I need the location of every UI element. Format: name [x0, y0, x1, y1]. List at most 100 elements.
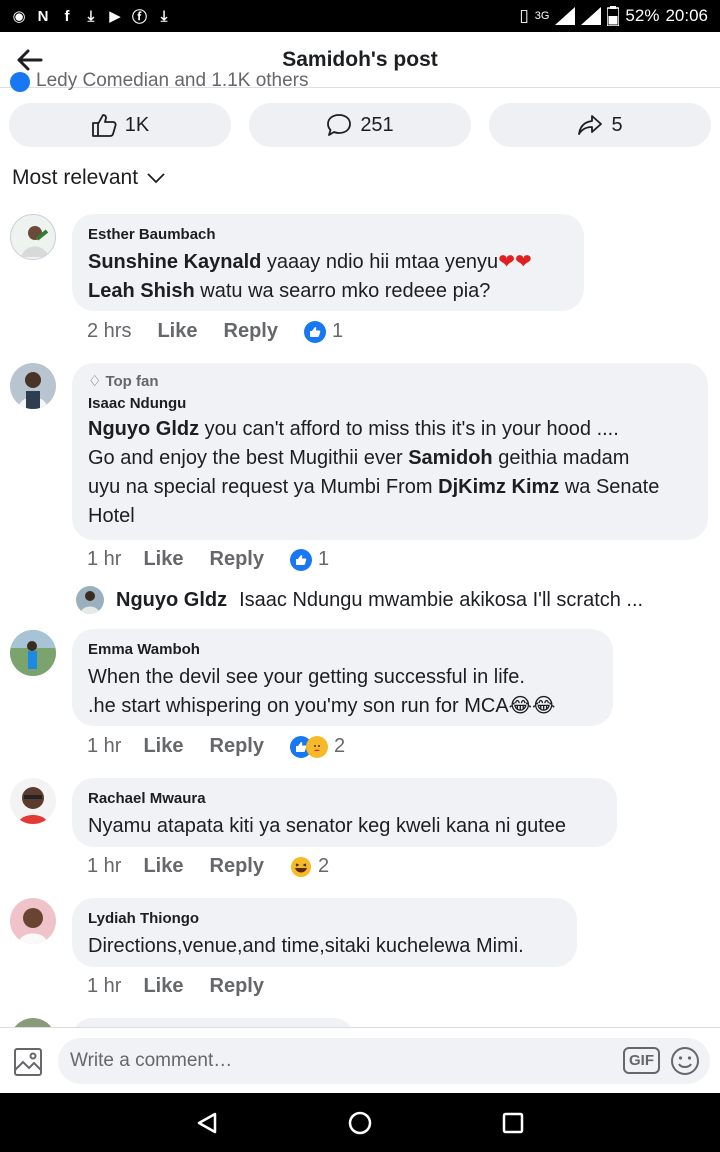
mention[interactable]: Samidoh	[408, 447, 492, 469]
avatar-image	[10, 778, 56, 824]
reply-author[interactable]: Nguyo Gldz	[116, 589, 227, 612]
comment-bubble[interactable]: Emma Wamboh When the devil see your gett…	[72, 629, 613, 726]
signal-icon	[555, 7, 576, 25]
filter-label: Most relevant	[12, 166, 139, 189]
reaction-count[interactable]: 2	[289, 735, 345, 758]
app-notification-icon: ◉	[12, 8, 26, 25]
like-count: 1K	[124, 113, 150, 136]
like-reaction-icon	[289, 548, 312, 571]
comment-icon	[327, 114, 352, 136]
screen: ◉ N f ⤓ ▶ ⓕ ⤓ ▯ 3G 52% 20:06 Samidoh's p…	[0, 0, 720, 1152]
comment-composer: Write a comment… GIF	[0, 1027, 720, 1093]
comment-author[interactable]: Emma Wamboh	[88, 641, 597, 659]
avatar-image	[10, 363, 56, 409]
page-title: Samidoh's post	[282, 47, 438, 71]
comment-author[interactable]: Isaac Ndungu	[88, 395, 692, 413]
gif-button[interactable]: GIF	[623, 1047, 660, 1074]
comment-like-button[interactable]: Like	[143, 975, 183, 998]
photo-icon	[14, 1048, 42, 1076]
comment-input[interactable]: Write a comment… GIF	[58, 1038, 710, 1084]
comment-filter-dropdown[interactable]: Most relevant	[12, 166, 166, 190]
avatar[interactable]	[10, 898, 56, 944]
comment-reply-button[interactable]: Reply	[210, 975, 264, 998]
reply-text: Isaac Ndungu mwambie akikosa I'll scratc…	[239, 588, 644, 611]
avatar[interactable]	[10, 214, 56, 260]
like-button[interactable]: 1K	[9, 103, 231, 147]
care-reaction-icon	[305, 735, 328, 758]
like-reaction-icon	[10, 72, 30, 92]
reaction-count[interactable]: 1	[303, 320, 343, 343]
comment-like-button[interactable]: Like	[143, 855, 183, 878]
comment-time: 2 hrs	[87, 320, 132, 342]
comment-like-button[interactable]: Like	[157, 320, 197, 343]
facebook-lite-icon: f	[64, 7, 70, 25]
heart-emoji: ❤❤	[498, 251, 532, 273]
comment-reply-button[interactable]: Reply	[224, 320, 278, 343]
comment-reply-button[interactable]: Reply	[210, 855, 264, 878]
emoji-button[interactable]	[670, 1046, 700, 1082]
photo-button[interactable]	[12, 1044, 46, 1083]
battery-level: 52%	[625, 6, 660, 25]
youtube-icon: ▶	[109, 8, 121, 25]
thumbs-up-icon	[91, 114, 117, 137]
likes-summary-text: Ledy Comedian and 1.1K others	[36, 72, 309, 91]
avatar-image	[76, 586, 104, 614]
status-bar: ◉ N f ⤓ ▶ ⓕ ⤓ ▯ 3G 52% 20:06	[0, 0, 720, 32]
diamond-icon: ♢	[88, 373, 102, 390]
facebook-icon: ⓕ	[132, 8, 148, 26]
vibrate-icon: ▯	[519, 6, 529, 25]
comment-meta: 1 hr Like Reply 2	[87, 735, 345, 758]
avatar[interactable]	[10, 778, 56, 824]
mention[interactable]: Leah Shish	[88, 280, 195, 302]
comment-bubble[interactable]: Lydiah Thiongo Directions,venue,and time…	[72, 898, 577, 967]
triangle-back-icon	[197, 1112, 217, 1134]
network-type: 3G	[534, 10, 550, 22]
avatar[interactable]	[10, 363, 56, 409]
comment-meta: 2 hrs Like Reply 1	[87, 320, 343, 343]
avatar-image	[11, 215, 55, 259]
reply-preview[interactable]: Nguyo Gldz Isaac Ndungu mwambie akikosa …	[76, 586, 716, 614]
comment-author[interactable]: Esther Baumbach	[88, 226, 568, 244]
haha-reaction-icon	[290, 856, 312, 878]
top-fan-badge: ♢ Top fan	[88, 373, 159, 390]
comment-button[interactable]: 251	[249, 103, 471, 147]
laughing-emoji: 😂😂	[508, 695, 556, 717]
circle-home-icon	[348, 1111, 372, 1135]
nav-recents-button[interactable]	[502, 1112, 524, 1139]
avatar-image	[10, 898, 56, 944]
comment-bubble[interactable]: ♢ Top fan Isaac Ndungu Nguyo Gldz you ca…	[72, 363, 708, 540]
signal-icon-2	[581, 7, 602, 25]
comment-reply-button[interactable]: Reply	[210, 548, 264, 571]
nav-back-button[interactable]	[195, 1111, 219, 1140]
avatar[interactable]	[10, 630, 56, 676]
comment-text: Directions,venue,and time,sitaki kuchele…	[88, 935, 524, 957]
back-arrow-icon	[17, 49, 43, 70]
share-button[interactable]: 5	[489, 103, 711, 147]
reaction-count[interactable]: 2	[290, 855, 329, 878]
comment-count: 251	[360, 113, 394, 136]
comment-author[interactable]: Rachael Mwaura	[88, 790, 601, 808]
comment-bubble[interactable]: Esther Baumbach Sunshine Kaynald yaaay n…	[72, 214, 584, 311]
mention[interactable]: Sunshine Kaynald	[88, 251, 261, 273]
square-recents-icon	[502, 1112, 524, 1134]
reaction-count[interactable]: 1	[289, 548, 329, 571]
chevron-down-icon	[147, 173, 165, 184]
comment-time: 1 hr	[87, 855, 122, 877]
comment-time: 1 hr	[87, 548, 122, 570]
comment-bubble[interactable]: Rachael Mwaura Nyamu atapata kiti ya sen…	[72, 778, 617, 847]
comment-input-placeholder: Write a comment…	[70, 1050, 233, 1071]
download-icon: ⤓	[87, 7, 95, 25]
comment-reply-button[interactable]: Reply	[210, 735, 264, 758]
nav-home-button[interactable]	[347, 1110, 373, 1141]
comment-like-button[interactable]: Like	[143, 548, 183, 571]
mention[interactable]: DjKimz Kimz	[438, 476, 559, 498]
mention[interactable]: Nguyo Gldz	[88, 418, 199, 440]
comment-author[interactable]: Lydiah Thiongo	[88, 910, 561, 928]
battery-icon	[607, 6, 620, 26]
likes-summary[interactable]: Ledy Comedian and 1.1K others	[10, 72, 309, 92]
comment-like-button[interactable]: Like	[143, 735, 183, 758]
comment-meta: 1 hr Like Reply 1	[87, 548, 329, 571]
share-count: 5	[611, 113, 623, 136]
like-reaction-icon	[303, 320, 326, 343]
download-icon-2: ⤓	[160, 7, 168, 25]
